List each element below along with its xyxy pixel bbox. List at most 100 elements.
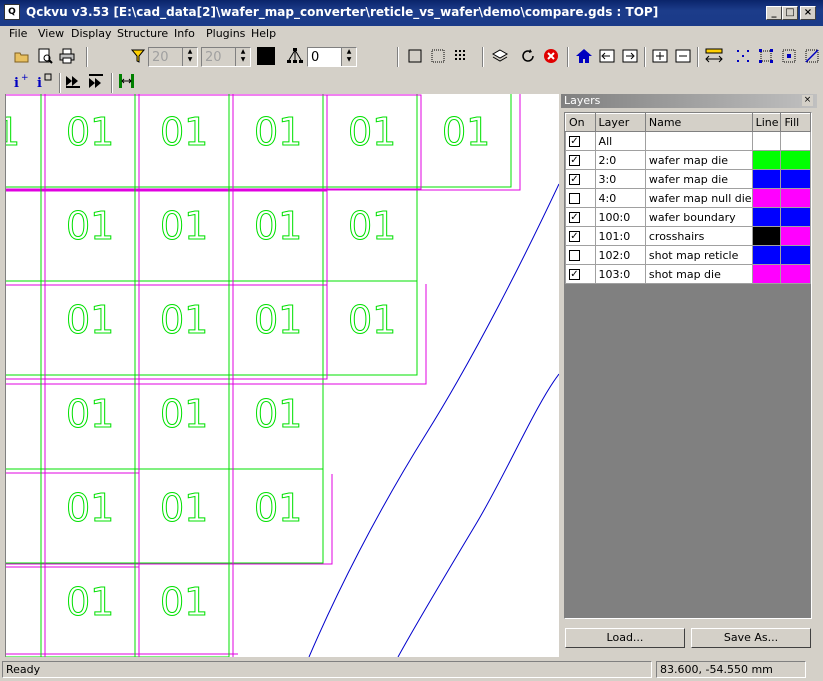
layer-fill-color[interactable]	[780, 150, 811, 170]
layer-line-color[interactable]	[751, 264, 782, 284]
home-icon[interactable]	[574, 46, 594, 66]
layer-name: crosshairs	[644, 226, 753, 246]
layer-row[interactable]: 4:0 wafer map null die	[565, 188, 811, 208]
layer-line-color[interactable]	[751, 245, 782, 265]
menu-display[interactable]: Display	[71, 27, 112, 40]
layer-fill-color[interactable]	[780, 188, 811, 208]
die-label: 01	[348, 298, 396, 342]
layer-row[interactable]: ✓ 103:0 shot map die	[565, 264, 811, 284]
save-as-button[interactable]: Save As...	[691, 628, 811, 648]
zoom-out-icon[interactable]	[673, 46, 693, 66]
column-header-layer[interactable]: Layer	[594, 113, 646, 132]
close-button[interactable]: ×	[800, 6, 816, 20]
layer-row[interactable]: ✓ 2:0 wafer map die	[565, 150, 811, 170]
layers-icon[interactable]	[490, 46, 510, 66]
layer-line-color[interactable]	[751, 169, 782, 189]
column-header-fill[interactable]: Fill	[780, 113, 811, 132]
maximize-button[interactable]: □	[782, 6, 798, 20]
zoom-in-icon[interactable]	[650, 46, 670, 66]
layout-canvas[interactable]: 01 01 01 01 01 01 01 01 01 01 01 01 01 01 01 01 01 01 01 01…	[5, 94, 559, 657]
spin-level-max[interactable]: 20 ▲ ▼	[201, 47, 251, 67]
layer-visibility-checkbox[interactable]	[565, 188, 596, 208]
layer-line-color[interactable]	[751, 188, 782, 208]
layer-visibility-checkbox[interactable]: ✓	[565, 264, 596, 284]
menu-info[interactable]: Info	[174, 27, 195, 40]
outline-box-icon[interactable]	[405, 46, 425, 66]
layer-name: shot map reticle	[644, 245, 753, 265]
layer-line-color[interactable]	[751, 207, 782, 227]
layer-row[interactable]: ✓ All	[565, 131, 811, 151]
print-icon[interactable]	[57, 46, 77, 66]
layer-fill-color[interactable]	[780, 245, 811, 265]
refresh-icon[interactable]	[518, 46, 538, 66]
menu-file[interactable]: File	[9, 27, 27, 40]
status-bar: Ready 83.600, -54.550 mm	[0, 659, 823, 681]
spin-level-min[interactable]: 20 ▲ ▼	[148, 47, 198, 67]
die-outline	[6, 562, 42, 657]
load-button[interactable]: Load...	[565, 628, 685, 648]
layers-list: On Layer Name Line Fill ✓ All ✓ 2:0 wafer ma…	[564, 112, 812, 619]
layer-row[interactable]: ✓ 3:0 wafer map die	[565, 169, 811, 189]
layer-row[interactable]: 102:0 shot map reticle	[565, 245, 811, 265]
hierarchy-icon[interactable]	[285, 46, 305, 66]
layer-visibility-checkbox[interactable]: ✓	[565, 169, 596, 189]
step-end-icon[interactable]	[87, 71, 107, 91]
column-header-name[interactable]: Name	[644, 113, 753, 132]
layer-line-color[interactable]	[751, 150, 782, 170]
layer-fill-color[interactable]	[780, 131, 811, 151]
close-icon[interactable]: ×	[802, 95, 813, 106]
info-add-icon[interactable]: i +	[12, 71, 32, 91]
select-points-icon[interactable]	[733, 46, 753, 66]
layers-table: On Layer Name Line Fill ✓ All ✓ 2:0 wafer ma…	[565, 113, 811, 284]
menu-view[interactable]: View	[38, 27, 64, 40]
grid-box-icon[interactable]	[451, 46, 471, 66]
layer-visibility-checkbox[interactable]	[565, 245, 596, 265]
print-preview-icon[interactable]	[35, 46, 55, 66]
pan-right-icon[interactable]	[620, 46, 640, 66]
die-label: 01	[348, 110, 396, 154]
info-box-icon[interactable]: i	[35, 71, 55, 91]
layer-row[interactable]: ✓ 101:0 crosshairs	[565, 226, 811, 246]
menu-bar: File View Display Structure Info Plugins…	[0, 26, 823, 43]
column-header-line[interactable]: Line	[751, 113, 782, 132]
step-forward-icon[interactable]	[64, 71, 84, 91]
die-label: 01	[66, 580, 114, 624]
filter-icon[interactable]	[128, 46, 148, 66]
shot-outline	[6, 378, 46, 474]
layer-fill-color[interactable]	[780, 226, 811, 246]
select-box-icon[interactable]	[756, 46, 776, 66]
layer-visibility-checkbox[interactable]: ✓	[565, 150, 596, 170]
layer-fill-color[interactable]	[780, 169, 811, 189]
layer-visibility-checkbox[interactable]: ✓	[565, 226, 596, 246]
select-center-icon[interactable]	[779, 46, 799, 66]
layer-name: wafer map die	[644, 169, 753, 189]
column-header-on[interactable]: On	[565, 113, 596, 132]
layer-visibility-checkbox[interactable]: ✓	[565, 207, 596, 227]
shot-outline	[6, 566, 46, 657]
stop-icon[interactable]	[541, 46, 561, 66]
layer-row[interactable]: ✓ 100:0 wafer boundary	[565, 207, 811, 227]
menu-plugins[interactable]: Plugins	[206, 27, 245, 40]
color-swatch-icon[interactable]	[256, 46, 276, 66]
layer-line-color[interactable]	[751, 131, 782, 151]
secondary-toolbar: i + i	[0, 70, 823, 96]
menu-structure[interactable]: Structure	[117, 27, 168, 40]
die-label: 01	[160, 298, 208, 342]
layer-visibility-checkbox[interactable]: ✓	[565, 131, 596, 151]
layout-drawing[interactable]: 01 01 01 01 01 01 01 01 01 01 01 01 01 01 01 01 01 01 01 01…	[6, 94, 559, 657]
die-label: 01	[160, 204, 208, 248]
layer-fill-color[interactable]	[780, 264, 811, 284]
select-diagonal-icon[interactable]	[802, 46, 822, 66]
measure-icon[interactable]	[704, 46, 724, 66]
layer-line-color[interactable]	[751, 226, 782, 246]
open-folder-icon[interactable]	[12, 46, 32, 66]
depth-spin[interactable]: 0 ▲ ▼	[307, 47, 357, 67]
wafer-boundary-arc	[308, 183, 559, 657]
menu-help[interactable]: Help	[251, 27, 276, 40]
layer-fill-color[interactable]	[780, 207, 811, 227]
pan-left-icon[interactable]	[597, 46, 617, 66]
minimize-button[interactable]: _	[766, 6, 782, 20]
ruler-icon[interactable]	[117, 71, 137, 91]
die-label: 01	[6, 110, 20, 154]
dotted-box-icon[interactable]	[428, 46, 448, 66]
